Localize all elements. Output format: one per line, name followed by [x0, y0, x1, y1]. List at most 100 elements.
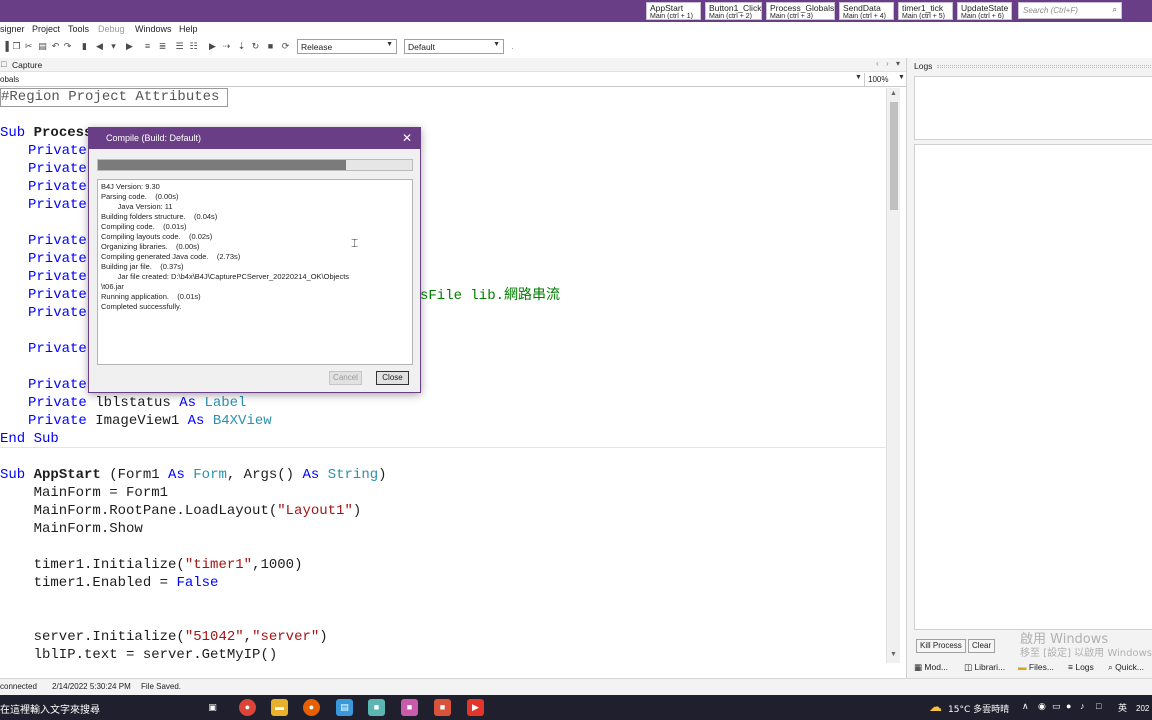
search-icon[interactable]: ⌕: [1113, 5, 1117, 15]
task-view-icon[interactable]: ▣: [204, 699, 221, 716]
logs-output[interactable]: [914, 144, 1152, 630]
panel-grip[interactable]: [937, 65, 1152, 68]
tray-chevron-icon[interactable]: ∧: [1022, 701, 1029, 712]
tab-quick-search[interactable]: ⌕ Quick...: [1108, 662, 1144, 673]
run-icon[interactable]: ▶: [207, 41, 218, 52]
chevron-down-icon[interactable]: ▼: [855, 74, 862, 81]
bookmark-icon[interactable]: ▮: [79, 41, 90, 52]
paste-icon[interactable]: ▤: [37, 41, 48, 52]
kill-process-button[interactable]: Kill Process: [916, 639, 966, 653]
forward-icon[interactable]: ▶: [124, 41, 135, 52]
compile-log[interactable]: B4J Version: 9.30 Parsing code. (0.00s) J…: [97, 179, 413, 365]
microphone-icon[interactable]: ●: [1066, 701, 1071, 711]
uncomment-icon[interactable]: ☷: [188, 41, 199, 52]
taskbar-search-text[interactable]: 在這裡輸入文字來搜尋: [0, 701, 100, 716]
modules-icon: ▦: [914, 662, 923, 672]
region-marker[interactable]: #Region Project Attributes: [0, 88, 229, 107]
quick-tab-title: timer1_tick: [902, 3, 944, 13]
quick-tab-process-globals[interactable]: Process_Globals Main (ctrl + 3): [766, 2, 835, 20]
code-line: Private: [28, 286, 87, 304]
input-language[interactable]: 英: [1118, 701, 1127, 714]
comment-icon[interactable]: ☰: [174, 41, 185, 52]
editor-scrollbar[interactable]: ▲ ▼: [886, 88, 900, 663]
pane-icon[interactable]: ▐: [0, 41, 11, 52]
quick-tab-senddata[interactable]: SendData Main (ctrl + 4): [839, 2, 894, 20]
keyword: Private: [28, 287, 87, 303]
undo-icon[interactable]: ↶: [50, 41, 61, 52]
notes-app-icon[interactable]: ▤: [336, 699, 353, 716]
file-explorer-icon[interactable]: ▬: [271, 699, 288, 716]
chrome-icon[interactable]: ●: [239, 699, 256, 716]
menu-windows[interactable]: Windows: [135, 24, 172, 34]
quick-tab-timer1-tick[interactable]: timer1_tick Main (ctrl + 5): [898, 2, 953, 20]
keyword: Private: [28, 179, 87, 195]
tab-capture[interactable]: Capture: [12, 60, 42, 70]
search-input[interactable]: Search (Ctrl+F) ⌕: [1018, 2, 1122, 19]
tab-libraries[interactable]: ◫ Librari...: [964, 662, 1005, 673]
refresh-icon[interactable]: ⟳: [280, 41, 291, 52]
b4a-icon[interactable]: ■: [368, 699, 385, 716]
dropdown-arrow-icon[interactable]: ▾: [108, 41, 119, 52]
stop-icon[interactable]: ■: [265, 41, 276, 52]
redo-icon[interactable]: ↷: [62, 41, 73, 52]
quick-tab-appstart[interactable]: AppStart Main (ctrl + 1): [646, 2, 701, 20]
tab-files[interactable]: ▬ Files...: [1018, 662, 1054, 672]
step-into-icon[interactable]: ⇣: [236, 41, 247, 52]
scrollbar-thumb[interactable]: [890, 102, 898, 210]
build-config-select[interactable]: Release ▼: [297, 39, 397, 54]
restart-icon[interactable]: ↻: [250, 41, 261, 52]
close-button[interactable]: Close: [376, 371, 409, 385]
dialog-title-bar[interactable]: Compile (Build: Default) ✕: [89, 128, 420, 149]
quick-tab-button1-click[interactable]: Button1_Click Main (ctrl + 2): [705, 2, 762, 20]
weather-text[interactable]: 15°C 多雲時晴: [948, 702, 1009, 715]
tab-scroll-left-icon[interactable]: ‹: [876, 59, 879, 68]
copy-icon[interactable]: ❐: [11, 41, 22, 52]
step-icon[interactable]: ⇢: [221, 41, 232, 52]
recorder-icon[interactable]: ▶: [467, 699, 484, 716]
cancel-button[interactable]: Cancel: [329, 371, 362, 385]
quick-tab-updatestate[interactable]: UpdateState Main (ctrl + 6): [957, 2, 1012, 20]
close-icon[interactable]: ✕: [402, 128, 412, 149]
tray-app2-icon[interactable]: □: [1096, 701, 1101, 711]
log-line: Organizing libraries. (0.00s): [101, 242, 200, 251]
menu-tools[interactable]: Tools: [68, 24, 89, 34]
identifier: ): [319, 629, 328, 645]
volume-icon[interactable]: ♪: [1080, 701, 1085, 711]
device-select[interactable]: Default ▼: [404, 39, 504, 54]
toolbar-overflow[interactable]: .: [507, 41, 518, 52]
logs-filter-area[interactable]: [914, 76, 1152, 140]
network-icon[interactable]: ▭: [1052, 701, 1061, 712]
menu-project[interactable]: Project: [32, 24, 60, 34]
menu-debug[interactable]: Debug: [98, 24, 125, 34]
tab-scroll-right-icon[interactable]: ›: [886, 59, 889, 68]
tray-app-icon[interactable]: ◉: [1038, 701, 1046, 712]
running-app-icon[interactable]: ■: [434, 699, 451, 716]
scroll-up-icon[interactable]: ▲: [890, 90, 897, 97]
outdent-icon[interactable]: ≣: [157, 41, 168, 52]
scroll-down-icon[interactable]: ▼: [890, 651, 897, 658]
cut-icon[interactable]: ✂: [23, 41, 34, 52]
keyword: Private: [28, 233, 87, 249]
menu-designer[interactable]: signer: [0, 24, 25, 34]
tab-label: Logs: [1075, 662, 1094, 672]
tab-modules[interactable]: ▦ Mod...: [914, 662, 948, 673]
zoom-select[interactable]: 100% ▼: [864, 73, 906, 86]
log-line: \t06.jar: [101, 282, 124, 291]
clear-button[interactable]: Clear: [968, 639, 996, 653]
back-icon[interactable]: ◀: [94, 41, 105, 52]
code-line: lblIP.text = server.GetMyIP(): [0, 647, 278, 663]
indent-icon[interactable]: ≡: [142, 41, 153, 52]
sub-selector-value[interactable]: obals: [0, 75, 19, 84]
clock[interactable]: 202: [1136, 704, 1149, 713]
keyword: Private: [28, 377, 87, 393]
tab-dropdown-icon[interactable]: ▾: [896, 59, 900, 68]
type-name: String: [319, 467, 379, 483]
weather-icon[interactable]: ☁: [929, 699, 942, 715]
b4j-icon[interactable]: ■: [401, 699, 418, 716]
tab-logs[interactable]: ≡ Logs: [1068, 662, 1094, 672]
code-line: Private lblstatus As Label: [28, 394, 246, 412]
menu-help[interactable]: Help: [179, 24, 198, 34]
firefox-icon[interactable]: ●: [303, 699, 320, 716]
activation-watermark: 啟用 Windows 移至 [設定] 以啟用 Windows: [1020, 632, 1152, 661]
keyword: Private: [28, 413, 87, 429]
